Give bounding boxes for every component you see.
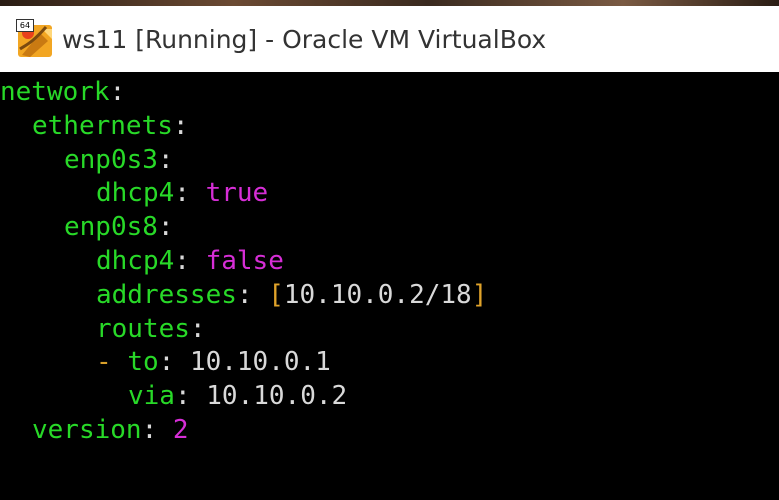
yaml-line-route-to: - to: 10.10.0.1 xyxy=(96,347,331,378)
yaml-key: network xyxy=(0,77,110,107)
yaml-key: version xyxy=(32,414,142,445)
yaml-list-dash: - xyxy=(96,347,128,378)
yaml-value: false xyxy=(205,245,284,276)
yaml-line-enp0s3: enp0s3: xyxy=(64,144,174,175)
yaml-key: routes xyxy=(96,313,190,344)
yaml-line-addresses: addresses: [10.10.0.2/18] xyxy=(96,279,488,310)
title-bar[interactable]: 64 ws11 [Running] - Oracle VM VirtualBox xyxy=(0,6,779,72)
yaml-value: 10.10.0.1 xyxy=(189,347,331,378)
yaml-value: 10.10.0.2/18 xyxy=(283,279,472,310)
yaml-key: enp0s8 xyxy=(64,212,158,243)
yaml-line-version: version: 2 xyxy=(32,414,189,445)
window-title: ws11 [Running] - Oracle VM VirtualBox xyxy=(62,24,547,54)
yaml-line-routes: routes: xyxy=(96,313,206,344)
yaml-key: dhcp4 xyxy=(96,245,175,276)
terminal-screen[interactable]: network: ethernets: enp0s3: dhcp4: true … xyxy=(0,72,779,500)
yaml-line-dhcp4-true: dhcp4: true xyxy=(96,178,269,209)
yaml-key: via xyxy=(128,381,175,412)
yaml-line-route-via: via: 10.10.0.2 xyxy=(128,381,348,412)
yaml-key: enp0s3 xyxy=(64,144,158,175)
yaml-value: true xyxy=(205,178,269,209)
yaml-key: to xyxy=(127,347,159,378)
yaml-line-ethernets: ethernets: xyxy=(32,110,189,141)
yaml-line-network: network: xyxy=(0,77,126,107)
yaml-key: ethernets xyxy=(32,110,173,141)
yaml-value: 10.10.0.2 xyxy=(206,381,348,412)
yaml-key: dhcp4 xyxy=(96,178,175,209)
yaml-line-enp0s8: enp0s8: xyxy=(64,212,174,243)
arch-badge: 64 xyxy=(16,19,34,32)
virtualbox-icon: 64 xyxy=(16,19,56,59)
yaml-value: 2 xyxy=(172,414,189,445)
yaml-line-dhcp4-false: dhcp4: false xyxy=(96,245,284,276)
yaml-key: addresses xyxy=(96,279,237,310)
